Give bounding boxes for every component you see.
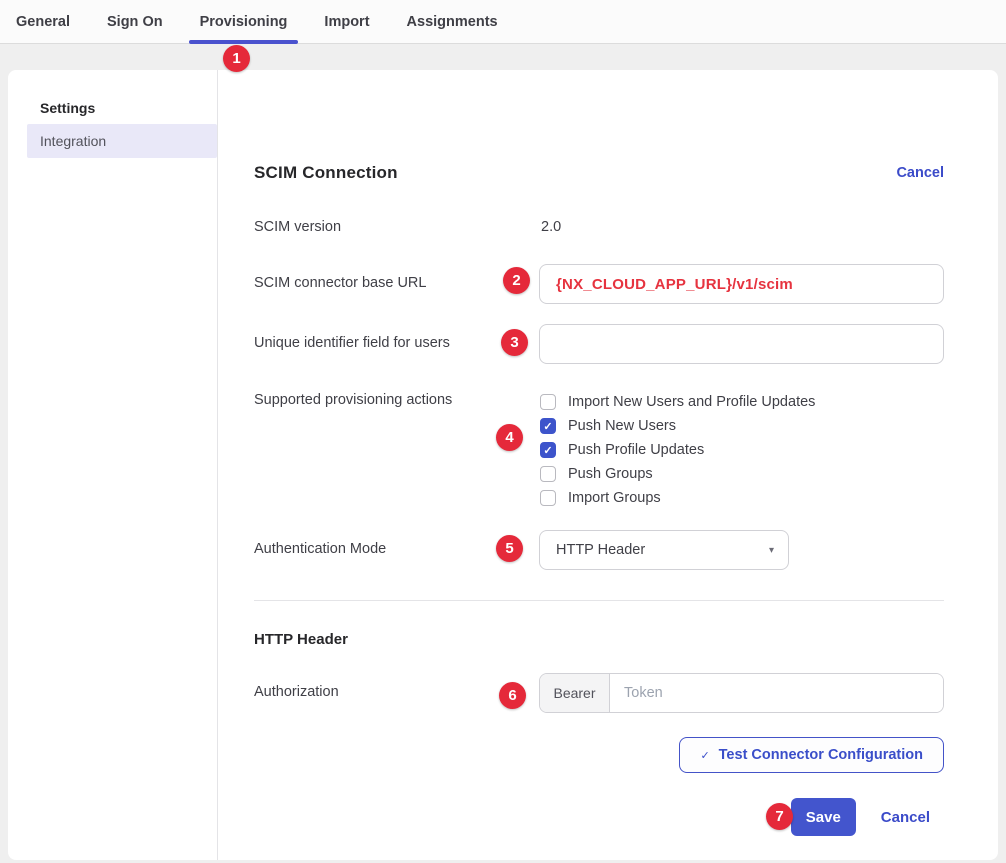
annotation-badge-4: 4 xyxy=(496,424,523,451)
checkbox-row-push-new-users[interactable]: ✓ Push New Users xyxy=(539,414,944,438)
scim-connection-form: SCIM Connection Cancel SCIM version 2.0 … xyxy=(218,70,998,860)
annotation-badge-2: 2 xyxy=(503,267,530,294)
checkbox-label: Import Groups xyxy=(568,490,661,506)
tab-provisioning[interactable]: Provisioning xyxy=(189,0,299,43)
base-url-label: SCIM connector base URL xyxy=(254,264,539,291)
tab-sign-on-label: Sign On xyxy=(107,14,163,30)
tab-import-label: Import xyxy=(324,14,369,30)
checkbox-push-profile-updates[interactable]: ✓ xyxy=(540,442,556,458)
checkbox-label: Import New Users and Profile Updates xyxy=(568,394,815,410)
checkbox-row-import-groups[interactable]: Import Groups xyxy=(539,486,944,510)
bearer-prefix: Bearer xyxy=(540,674,610,712)
annotation-badge-6: 6 xyxy=(499,682,526,709)
annotation-badge-7: 7 xyxy=(766,803,793,830)
checkbox-row-import-users[interactable]: Import New Users and Profile Updates xyxy=(539,390,944,414)
checkbox-row-push-profile-updates[interactable]: ✓ Push Profile Updates xyxy=(539,438,944,462)
test-connector-configuration-label: Test Connector Configuration xyxy=(719,747,923,763)
sidebar-item-integration[interactable]: Integration xyxy=(27,124,217,158)
section-divider xyxy=(254,600,944,601)
auth-mode-selected-value: HTTP Header xyxy=(556,542,645,558)
tab-general-label: General xyxy=(16,14,70,30)
checkbox-push-new-users[interactable]: ✓ xyxy=(540,418,556,434)
annotation-badge-1: 1 xyxy=(223,45,250,72)
unique-id-label: Unique identifier field for users xyxy=(254,324,539,351)
checkbox-row-push-groups[interactable]: Push Groups xyxy=(539,462,944,486)
settings-sidebar: Settings Integration xyxy=(8,70,218,860)
tab-general[interactable]: General xyxy=(5,0,81,43)
annotation-badge-3: 3 xyxy=(501,329,528,356)
tab-active-underline xyxy=(189,40,299,44)
annotation-badge-5: 5 xyxy=(496,535,523,562)
unique-id-input[interactable] xyxy=(539,324,944,364)
tab-sign-on[interactable]: Sign On xyxy=(96,0,174,43)
base-url-input[interactable] xyxy=(539,264,944,304)
test-connector-configuration-button[interactable]: ✓ Test Connector Configuration xyxy=(679,737,944,773)
checkbox-import-users[interactable] xyxy=(540,394,556,410)
provisioning-actions-label: Supported provisioning actions xyxy=(254,390,539,408)
auth-mode-select[interactable]: HTTP Header ▾ xyxy=(539,530,789,570)
chevron-down-icon: ▾ xyxy=(769,545,774,556)
scim-version-value: 2.0 xyxy=(539,219,561,235)
check-icon: ✓ xyxy=(700,749,709,762)
token-input[interactable] xyxy=(610,674,943,712)
provisioning-card: Settings Integration SCIM Connection Can… xyxy=(8,70,998,860)
tab-assignments[interactable]: Assignments xyxy=(396,0,509,43)
checkbox-label: Push Profile Updates xyxy=(568,442,704,458)
checkbox-label: Push Groups xyxy=(568,466,653,482)
checkbox-label: Push New Users xyxy=(568,418,676,434)
checkbox-import-groups[interactable] xyxy=(540,490,556,506)
cancel-link-top[interactable]: Cancel xyxy=(896,165,944,181)
http-header-section-title: HTTP Header xyxy=(254,630,944,650)
cancel-link-bottom[interactable]: Cancel xyxy=(881,809,930,826)
tab-import[interactable]: Import xyxy=(313,0,380,43)
authorization-label: Authorization xyxy=(254,673,539,700)
app-tabbar: General Sign On Provisioning Import Assi… xyxy=(0,0,1006,44)
save-button[interactable]: Save xyxy=(791,798,856,836)
page-title: SCIM Connection xyxy=(254,163,398,183)
tab-assignments-label: Assignments xyxy=(407,14,498,30)
checkbox-push-groups[interactable] xyxy=(540,466,556,482)
authorization-input-group: Bearer xyxy=(539,673,944,713)
tab-provisioning-label: Provisioning xyxy=(200,14,288,30)
sidebar-heading: Settings xyxy=(40,100,217,116)
scim-version-label: SCIM version xyxy=(254,219,539,235)
